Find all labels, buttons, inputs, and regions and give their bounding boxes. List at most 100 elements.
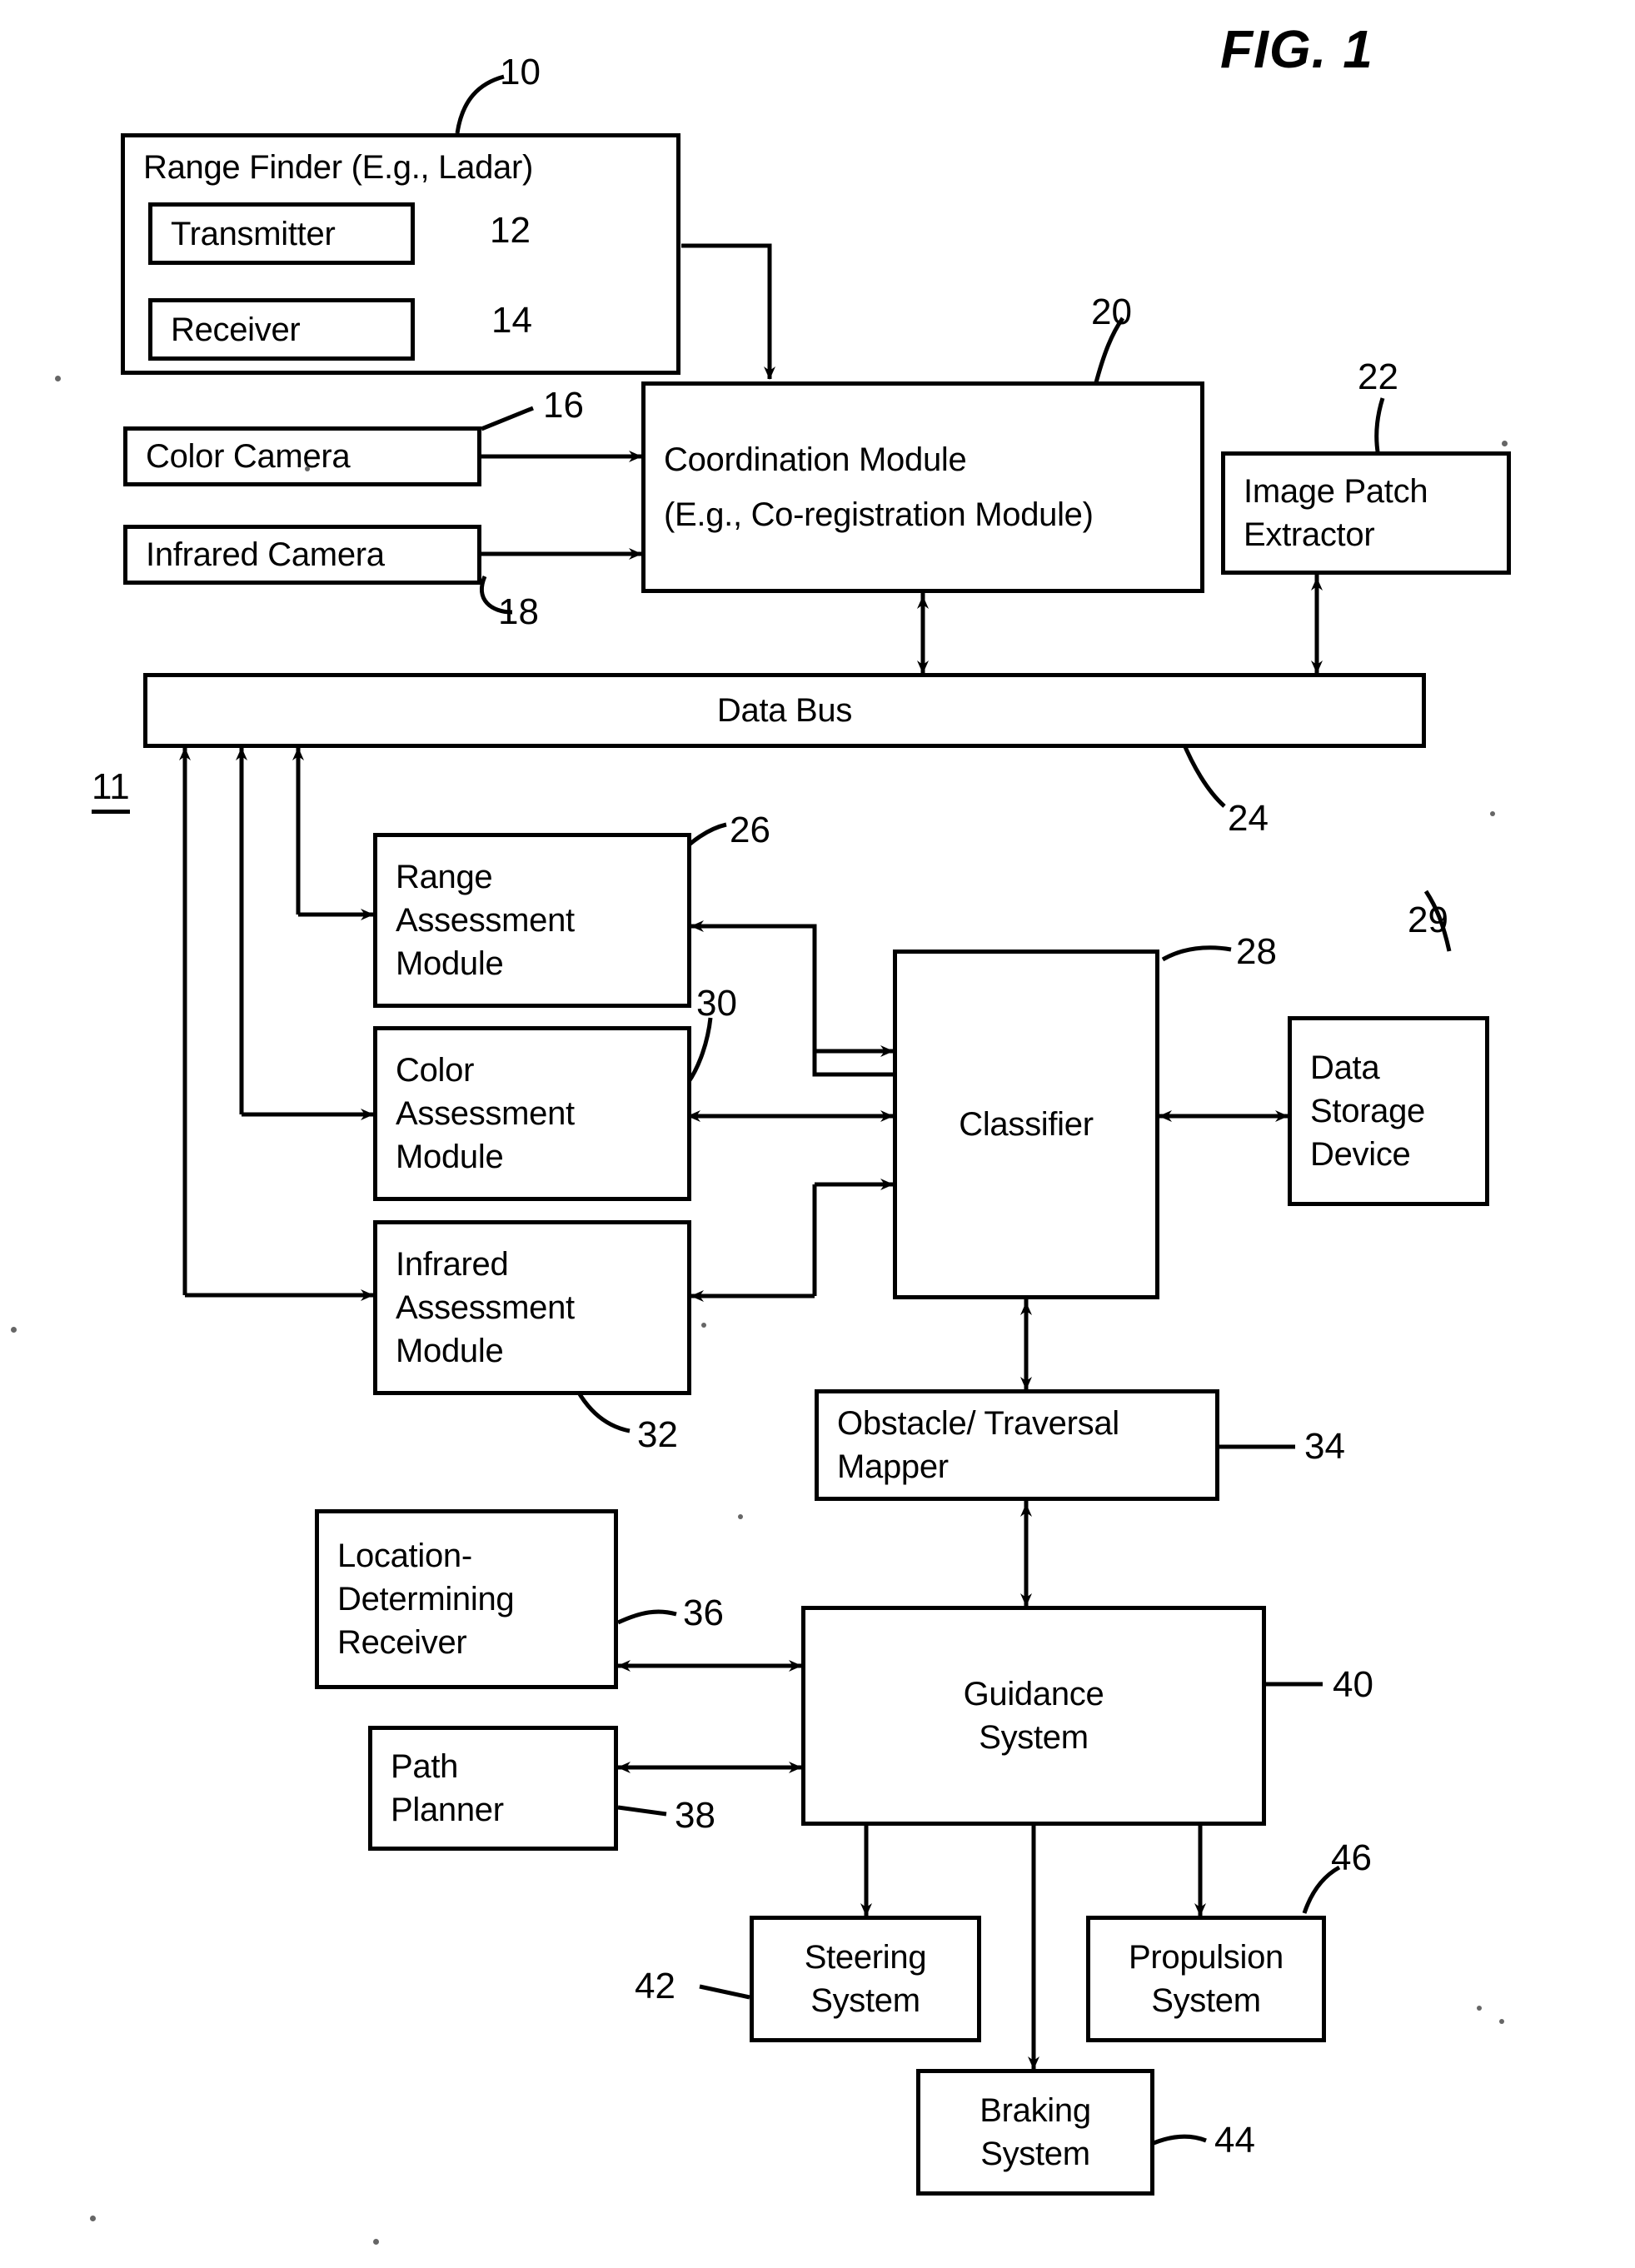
data-storage-label-line1: Data [1310, 1049, 1380, 1086]
leader-42 [699, 1984, 750, 2000]
block-color-assessment-module: Color Assessment Module [373, 1026, 691, 1201]
image-patch-extractor-label-line1: Image Patch [1244, 473, 1428, 510]
leader-36 [616, 1609, 677, 1625]
block-obstacle-traversal-mapper: Obstacle/ Traversal Mapper [815, 1389, 1219, 1501]
block-receiver: Receiver [148, 298, 415, 361]
figure-title: FIG. 1 [1220, 19, 1373, 79]
leader-16 [481, 406, 534, 431]
ref-44: 44 [1214, 2120, 1255, 2161]
data-storage-label-line3: Device [1310, 1136, 1411, 1173]
scan-speck [1477, 2006, 1482, 2011]
color-assessment-label-line2: Assessment [396, 1095, 575, 1132]
block-range-assessment-module: Range Assessment Module [373, 833, 691, 1008]
color-assessment-label-line3: Module [396, 1139, 504, 1175]
ref-20: 20 [1091, 292, 1132, 332]
path-planner-label-line2: Planner [391, 1792, 504, 1828]
classifier-label: Classifier [959, 1106, 1094, 1143]
scan-speck [305, 466, 310, 471]
ref-11: 11 [92, 766, 130, 814]
braking-label-line2: System [980, 2136, 1090, 2172]
scan-speck [55, 376, 61, 381]
location-receiver-label-line1: Location- [337, 1538, 472, 1574]
ref-28: 28 [1236, 931, 1277, 972]
scan-speck [1490, 811, 1495, 816]
block-braking-system: Braking System [916, 2069, 1154, 2196]
block-steering-system: Steering System [750, 1916, 981, 2042]
ref-38: 38 [675, 1795, 715, 1836]
data-bus-label: Data Bus [716, 692, 853, 729]
ref-12: 12 [490, 210, 531, 251]
ref-10: 10 [500, 52, 541, 92]
block-color-camera: Color Camera [123, 426, 481, 486]
range-assessment-label-line3: Module [396, 945, 504, 982]
block-image-patch-extractor: Image Patch Extractor [1221, 451, 1511, 575]
block-data-bus: Data Bus [143, 673, 1426, 748]
range-assessment-label-line2: Assessment [396, 902, 575, 939]
block-infrared-assessment-module: Infrared Assessment Module [373, 1220, 691, 1395]
leader-38 [617, 1805, 667, 1817]
patent-figure-1: FIG. 1 Range Finder (E.g., Ladar) Transm… [0, 0, 1635, 2268]
obstacle-mapper-label-line2: Mapper [837, 1448, 949, 1485]
block-path-planner: Path Planner [368, 1726, 618, 1851]
ref-29: 29 [1408, 900, 1448, 940]
range-assessment-label-line1: Range [396, 859, 493, 895]
scan-speck [1502, 441, 1508, 446]
infrared-assessment-label-line2: Assessment [396, 1289, 575, 1326]
data-storage-label-line2: Storage [1310, 1093, 1425, 1129]
block-coordination-module: Coordination Module (E.g., Co-registrati… [641, 381, 1204, 593]
ref-18: 18 [498, 591, 539, 632]
block-infrared-camera: Infrared Camera [123, 525, 481, 585]
location-receiver-label-line3: Receiver [337, 1624, 467, 1661]
infrared-camera-label: Infrared Camera [146, 536, 385, 573]
leader-28 [1161, 945, 1232, 962]
ref-24: 24 [1228, 798, 1269, 839]
block-propulsion-system: Propulsion System [1086, 1916, 1326, 2042]
guidance-label-line2: System [979, 1719, 1089, 1756]
ref-16: 16 [543, 385, 584, 426]
ref-46: 46 [1331, 1837, 1372, 1878]
steering-label-line2: System [810, 1982, 920, 2019]
block-transmitter: Transmitter [148, 202, 415, 265]
infrared-assessment-label-line1: Infrared [396, 1246, 509, 1283]
line-rangefinder-to-coordination [681, 243, 775, 380]
ref-30: 30 [696, 983, 737, 1024]
color-assessment-label-line1: Color [396, 1052, 475, 1089]
block-classifier: Classifier [893, 950, 1159, 1299]
obstacle-mapper-label-line1: Obstacle/ Traversal [837, 1405, 1119, 1442]
image-patch-extractor-label-line2: Extractor [1244, 516, 1375, 553]
guidance-label-line1: Guidance [963, 1676, 1104, 1712]
ref-40: 40 [1333, 1664, 1373, 1705]
scan-speck [1499, 2019, 1504, 2024]
ref-34: 34 [1304, 1426, 1345, 1467]
ref-22: 22 [1358, 356, 1398, 397]
location-receiver-label-line2: Determining [337, 1581, 515, 1618]
ref-32: 32 [637, 1414, 678, 1455]
scan-speck [738, 1514, 743, 1519]
propulsion-label-line2: System [1151, 1982, 1261, 2019]
scan-speck [701, 1323, 706, 1328]
range-finder-label: Range Finder (E.g., Ladar) [143, 149, 534, 186]
block-location-determining-receiver: Location- Determining Receiver [315, 1509, 618, 1689]
leader-10 [455, 74, 505, 134]
block-guidance-system: Guidance System [801, 1606, 1266, 1826]
ref-36: 36 [683, 1593, 724, 1633]
leader-30 [685, 1017, 713, 1084]
coordination-module-label-line2: (E.g., Co-registration Module) [664, 496, 1094, 533]
ref-14: 14 [491, 300, 532, 341]
block-data-storage-device: Data Storage Device [1288, 1016, 1489, 1206]
transmitter-label: Transmitter [171, 215, 336, 252]
color-camera-label: Color Camera [146, 438, 351, 475]
coordination-module-label-line1: Coordination Module [664, 441, 967, 478]
braking-label-line1: Braking [980, 2092, 1091, 2129]
scan-speck [90, 2216, 96, 2221]
scan-speck [11, 1327, 17, 1333]
infrared-assessment-label-line3: Module [396, 1333, 504, 1369]
path-planner-label-line1: Path [391, 1748, 459, 1785]
ref-26: 26 [730, 810, 770, 850]
propulsion-label-line1: Propulsion [1128, 1939, 1284, 1976]
leader-44 [1153, 2134, 1207, 2146]
steering-label-line1: Steering [804, 1939, 927, 1976]
scan-speck [373, 2239, 379, 2245]
receiver-label: Receiver [171, 311, 301, 348]
ref-42: 42 [635, 1966, 675, 2006]
